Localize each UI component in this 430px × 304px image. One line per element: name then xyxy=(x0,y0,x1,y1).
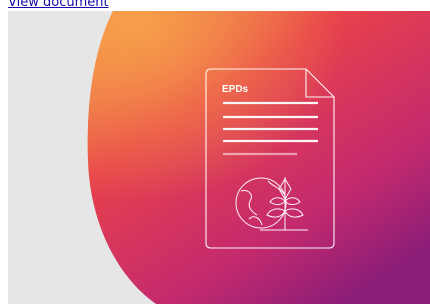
page: View document EPDs xyxy=(0,0,430,304)
document-title: EPDs xyxy=(222,84,249,95)
epd-thumbnail-card[interactable]: EPDs xyxy=(8,11,430,304)
view-document-link[interactable]: View document xyxy=(8,0,109,10)
card-artwork: EPDs xyxy=(8,11,430,304)
